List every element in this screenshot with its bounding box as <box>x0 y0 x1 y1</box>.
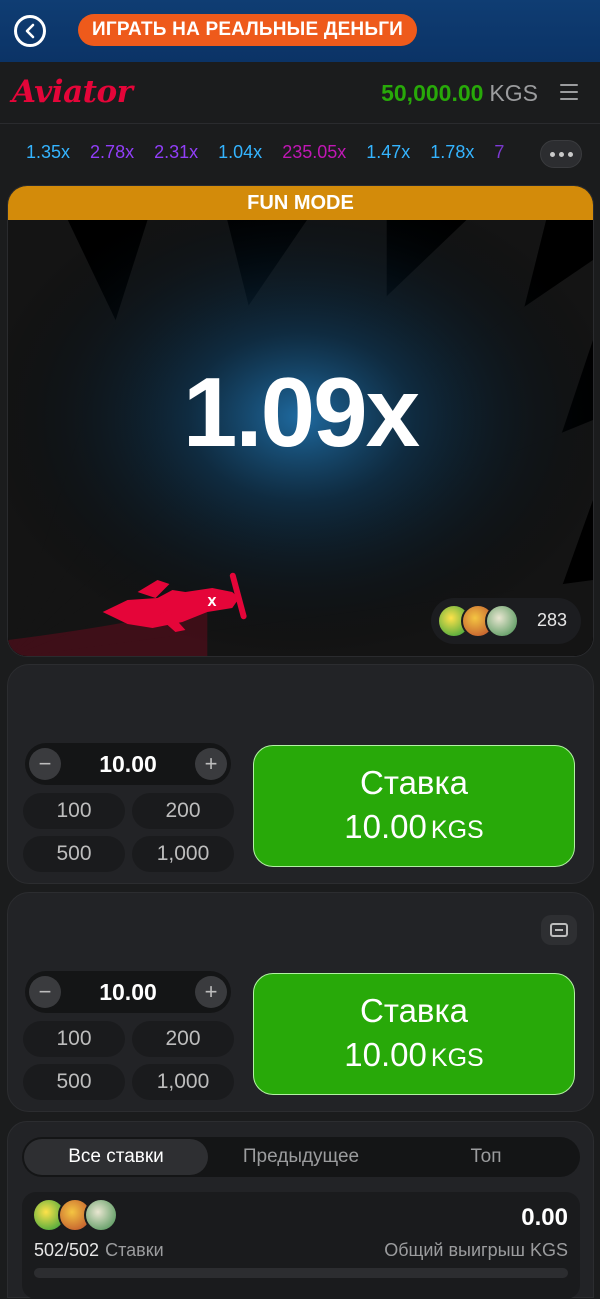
place-bet-button[interactable]: Ставка 10.00 KGS <box>253 973 575 1095</box>
bets-count-value: 502/502 <box>34 1240 100 1260</box>
play-real-money-button[interactable]: ИГРАТЬ НА РЕАЛЬНЫЕ ДЕНЬГИ <box>78 14 418 46</box>
bet-panel-2: − 10.00 + 100 200 500 1,000 Ставка 10.00… <box>7 892 594 1112</box>
current-multiplier: 1.09x <box>182 357 420 467</box>
avatar <box>84 1198 118 1232</box>
aviator-logo: Aviator <box>12 74 133 110</box>
total-win-label: Общий выигрыш KGS <box>384 1240 568 1260</box>
increase-button[interactable]: + <box>195 748 227 780</box>
quick-amount-button[interactable]: 1,000 <box>132 836 234 872</box>
history-item[interactable]: 235.05x <box>282 142 346 163</box>
history-item[interactable]: 1.47x <box>366 142 410 163</box>
bets-tabs: Все ставки Предыдущее Топ <box>22 1137 580 1177</box>
quick-amount-button[interactable]: 1,000 <box>132 1064 234 1100</box>
balance: 50,000.00 KGS <box>381 80 538 107</box>
decrease-button[interactable]: − <box>29 748 61 780</box>
back-button[interactable] <box>14 15 46 47</box>
players-online[interactable]: 283 <box>431 598 581 644</box>
bet-button-amount: 10.00 <box>344 808 427 845</box>
history-item[interactable]: 2.31x <box>154 142 198 163</box>
bets-count: 502/502 Ставки <box>34 1240 164 1261</box>
quick-amount-button[interactable]: 500 <box>23 836 125 872</box>
history-item[interactable]: 1.04x <box>218 142 262 163</box>
tab-previous[interactable]: Предыдущее <box>208 1139 394 1175</box>
history-item[interactable]: 1.78x <box>430 142 474 163</box>
bet-button-currency: KGS <box>430 816 484 844</box>
history-item[interactable]: 2.78x <box>90 142 134 163</box>
history-item[interactable]: 1.35x <box>26 142 70 163</box>
avatar <box>485 604 519 638</box>
remove-panel-button[interactable] <box>541 915 577 945</box>
svg-text:X: X <box>207 595 216 609</box>
balance-currency: KGS <box>489 80 538 106</box>
bet-amount-stepper[interactable]: − 10.00 + <box>25 743 231 785</box>
chevron-left-icon <box>25 23 35 39</box>
increase-button[interactable]: + <box>195 976 227 1008</box>
bets-progress-bar <box>34 1268 568 1278</box>
fun-mode-banner: FUN MODE <box>8 186 593 220</box>
bet-amount-value[interactable]: 10.00 <box>65 751 191 778</box>
app-header: Aviator 50,000.00 KGS <box>0 62 600 124</box>
place-bet-button[interactable]: Ставка 10.00 KGS <box>253 745 575 867</box>
players-count: 283 <box>536 610 567 630</box>
bet-button-currency: KGS <box>430 1044 484 1072</box>
tab-top[interactable]: Топ <box>394 1139 578 1175</box>
bet-amount-stepper[interactable]: − 10.00 + <box>25 971 231 1013</box>
total-win-value: 0.00 <box>521 1204 568 1231</box>
bets-summary: 502/502 Ставки 0.00 Общий выигрыш KGS <box>22 1192 580 1299</box>
quick-amount-button[interactable]: 200 <box>132 793 234 829</box>
tab-all-bets[interactable]: Все ставки <box>24 1139 208 1175</box>
quick-amount-button[interactable]: 100 <box>23 1021 125 1057</box>
quick-amount-button[interactable]: 100 <box>23 793 125 829</box>
bet-panel-1: − 10.00 + 100 200 500 1,000 Ставка 10.00… <box>7 664 594 884</box>
minus-square-icon <box>550 923 568 937</box>
game-area: FUN MODE X 1.09x 283 <box>7 185 594 657</box>
bet-button-amount: 10.00 <box>344 1036 427 1073</box>
bets-count-label: Ставки <box>105 1240 164 1260</box>
bet-button-label: Ставка <box>360 992 468 1029</box>
bets-panel: Все ставки Предыдущее Топ 502/502 Ставки … <box>7 1121 594 1299</box>
balance-amount: 50,000.00 <box>381 80 484 106</box>
decrease-button[interactable]: − <box>29 976 61 1008</box>
quick-amount-button[interactable]: 200 <box>132 1021 234 1057</box>
bet-amount-value[interactable]: 10.00 <box>65 979 191 1006</box>
menu-icon[interactable] <box>560 84 578 100</box>
promo-bar: ИГРАТЬ НА РЕАЛЬНЫЕ ДЕНЬГИ <box>0 0 600 62</box>
quick-amount-button[interactable]: 500 <box>23 1064 125 1100</box>
history-more-button[interactable] <box>540 140 582 168</box>
bet-button-label: Ставка <box>360 764 468 801</box>
